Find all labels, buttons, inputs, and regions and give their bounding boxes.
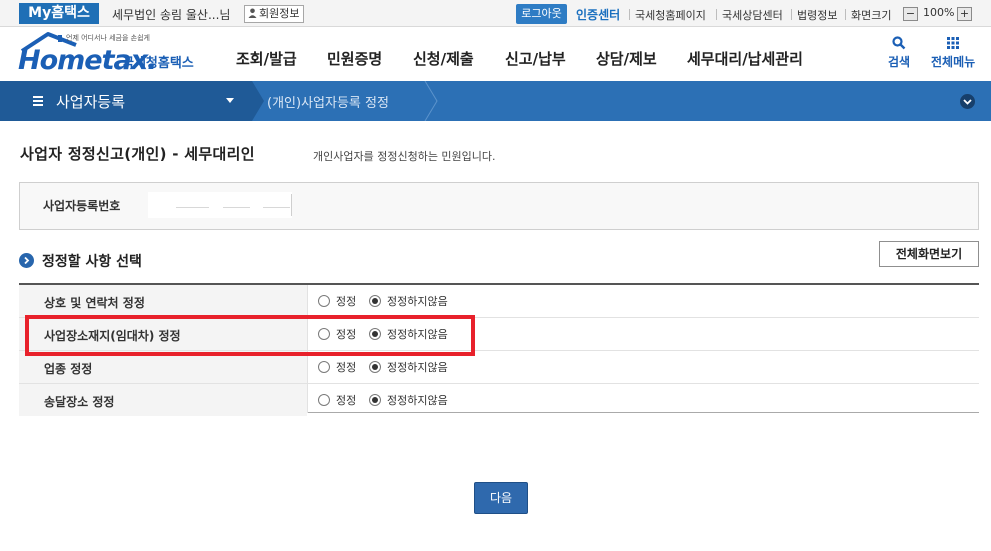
zoom-out-button[interactable]: − [903, 7, 918, 21]
gnb-inquiry-issue[interactable]: 조회/발급 [236, 48, 297, 69]
business-number-segment-2 [223, 207, 250, 208]
gnb-apply-submit[interactable]: 신청/제출 [413, 48, 474, 69]
radio-correct[interactable] [318, 361, 330, 373]
radio-correct-label: 정정 [336, 394, 357, 407]
cert-center-link[interactable]: 인증센터 [576, 6, 620, 23]
search-label: 검색 [888, 55, 911, 69]
row-header: 상호 및 연락처 정정 [19, 285, 307, 317]
page-title: 사업자 정정신고(개인) - 세무대리인 [20, 145, 255, 163]
all-menu-label: 전체메뉴 [931, 55, 976, 69]
table-row: 송달장소 정정 정정 정정하지않음 [19, 384, 979, 416]
radio-correct-label: 정정 [336, 361, 357, 374]
grid-menu-icon [947, 37, 960, 49]
nts-homepage-link[interactable]: 국세청홈페이지 [635, 7, 706, 23]
radio-no-correct-label: 정정하지않음 [387, 295, 448, 308]
caret-down-icon [226, 98, 234, 103]
breadcrumb-arrow-icon [252, 81, 264, 121]
separator [716, 9, 717, 20]
zoom-control: − 100% + [903, 5, 973, 23]
logo-korean: 국세청홈택스 [122, 56, 194, 71]
hometax-logo[interactable]: 언제 어디서나 세금을 손쉽게 Hometax. 국세청홈택스 [18, 29, 208, 77]
logout-button[interactable]: 로그아웃 [516, 4, 567, 24]
location-current[interactable]: (개인)사업자등록 정정 [267, 92, 389, 111]
separator [791, 9, 792, 20]
search-button[interactable]: 검색 [888, 36, 910, 70]
business-number-input[interactable] [148, 192, 292, 218]
next-button[interactable]: 다음 [474, 482, 528, 514]
highlight-annotation [25, 315, 475, 356]
input-edge [291, 194, 292, 216]
row-label: 상호 및 연락처 정정 [44, 296, 145, 310]
screen-size-label: 화면크기 [851, 9, 892, 22]
location-menu-title: 사업자등록 [56, 93, 126, 111]
expand-button[interactable] [960, 94, 975, 109]
gnb-report-pay[interactable]: 신고/납부 [505, 48, 566, 69]
section-bullet-icon [19, 253, 34, 268]
business-number-box: 사업자등록번호 [19, 182, 979, 230]
business-number-label: 사업자등록번호 [43, 199, 121, 213]
gnb-tax-agent[interactable]: 세무대리/납세관리 [687, 48, 803, 69]
gnb-civil-certificate[interactable]: 민원증명 [327, 48, 382, 69]
radio-correct[interactable] [318, 394, 330, 406]
chevron-down-icon [963, 99, 972, 105]
zoom-in-button[interactable]: + [957, 7, 972, 21]
separator [845, 9, 846, 20]
location-bar: 사업자등록 (개인)사업자등록 정정 [0, 81, 991, 121]
all-menu-button[interactable]: 전체메뉴 [931, 36, 975, 70]
row-label: 업종 정정 [44, 362, 93, 376]
row-header: 송달장소 정정 [19, 384, 307, 416]
radio-no-correct[interactable] [369, 394, 381, 406]
radio-no-correct[interactable] [369, 361, 381, 373]
gnb-consult-report[interactable]: 상담/제보 [596, 48, 657, 69]
member-info-label: 회원정보 [259, 7, 300, 20]
my-hometax-button[interactable]: My홈택스 [19, 3, 99, 24]
radio-no-correct[interactable] [369, 295, 381, 307]
hamburger-icon [33, 96, 43, 106]
row-label: 송달장소 정정 [44, 395, 115, 409]
top-utility-bar: My홈택스 세무법인 송림 울산...님 회원정보 로그아웃 인증센터 국세청홈… [0, 0, 991, 27]
business-number-segment-3 [263, 207, 290, 208]
radio-correct[interactable] [318, 295, 330, 307]
law-info-link[interactable]: 법령정보 [797, 7, 837, 23]
tax-consult-center-link[interactable]: 국세상담센터 [722, 7, 783, 23]
radio-correct-label: 정정 [336, 295, 357, 308]
zoom-value: 100% [923, 6, 955, 19]
radio-no-correct-label: 정정하지않음 [387, 394, 448, 407]
full-screen-button[interactable]: 전체화면보기 [879, 241, 979, 267]
page-description: 개인사업자를 정정신청하는 민원입니다. [313, 150, 496, 163]
table-row: 상호 및 연락처 정정 정정 정정하지않음 [19, 285, 979, 317]
separator [629, 9, 630, 20]
section-title: 정정할 사항 선택 [42, 254, 142, 270]
person-icon [248, 8, 257, 18]
radio-no-correct-label: 정정하지않음 [387, 361, 448, 374]
logo-slogan: 언제 어디서나 세금을 손쉽게 [66, 34, 150, 42]
search-icon [892, 36, 906, 50]
member-info-button[interactable]: 회원정보 [244, 5, 305, 23]
business-number-segment-1 [176, 207, 209, 208]
header: 언제 어디서나 세금을 손쉽게 Hometax. 국세청홈택스 조회/발급 민원… [0, 27, 991, 81]
breadcrumb-divider-icon [424, 81, 438, 121]
location-menu-dropdown[interactable]: 사업자등록 [0, 81, 252, 121]
user-name: 세무법인 송림 울산...님 [112, 8, 231, 22]
